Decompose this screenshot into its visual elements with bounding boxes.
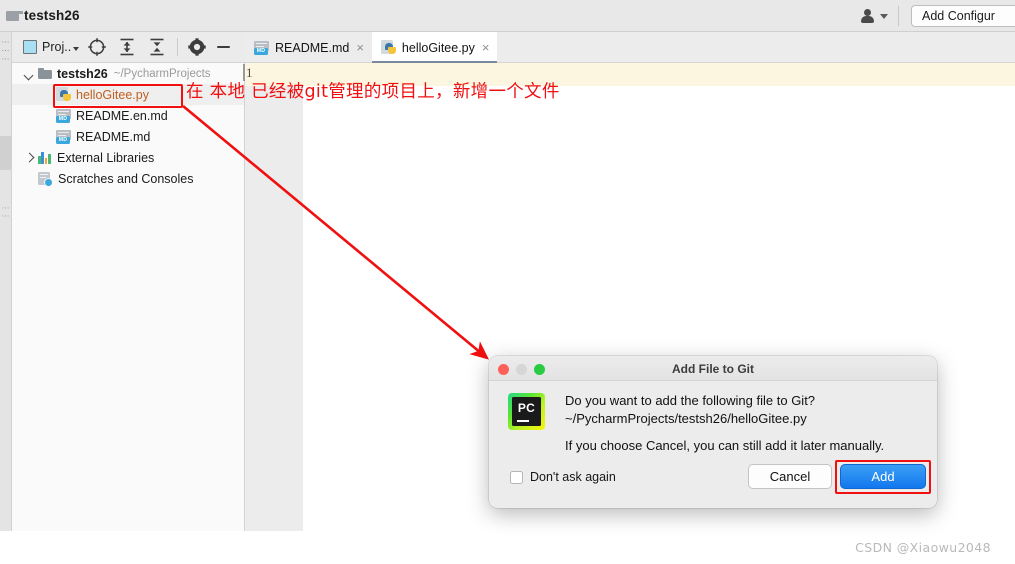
- cancel-button[interactable]: Cancel: [748, 464, 832, 489]
- tree-item-label: README.en.md: [76, 108, 168, 123]
- tree-row-scratches-and-consoles[interactable]: Scratches and Consoles: [12, 168, 244, 189]
- strip-active-block[interactable]: [0, 136, 12, 170]
- tree-item-label: External Libraries: [57, 150, 155, 165]
- editor-gutter: [245, 63, 303, 531]
- project-view-selector[interactable]: Proj..: [23, 40, 80, 54]
- project-tree-panel: testsh26 ~/PycharmProjects helloGitee.py…: [12, 63, 245, 531]
- tree-row-readme-md[interactable]: MD README.md: [12, 126, 244, 147]
- dialog-file-path: ~/PycharmProjects/testsh26/helloGitee.py: [565, 410, 807, 426]
- add-file-to-git-dialog: Add File to Git PC Do you want to add th…: [489, 356, 937, 508]
- page-title: testsh26: [24, 8, 80, 23]
- tree-item-label: helloGitee.py: [76, 87, 149, 102]
- library-icon: [38, 151, 52, 164]
- tree-row-external-libraries[interactable]: External Libraries: [12, 147, 244, 168]
- tab-hellogitee-py[interactable]: helloGitee.py ×: [371, 32, 498, 63]
- close-icon[interactable]: ×: [482, 41, 490, 54]
- scratches-icon: [38, 171, 53, 187]
- python-file-icon: [56, 87, 71, 102]
- folder-icon: [38, 68, 52, 79]
- tree-root-label: testsh26: [57, 66, 108, 81]
- hide-panel-icon[interactable]: [211, 35, 235, 59]
- left-tool-strip[interactable]: ⋮⋮⋮ ⋮⋮: [0, 32, 12, 531]
- watermark: CSDN @Xiaowu2048: [855, 540, 991, 555]
- divider: [898, 6, 899, 26]
- screenshot-root: testsh26 Add Configur ⋮⋮⋮ ⋮⋮ Proj.. MD R…: [0, 0, 1015, 564]
- editor-tabs-bar: MD README.md × helloGitee.py ×: [245, 32, 1015, 63]
- tree-item-label: README.md: [76, 129, 151, 144]
- add-label: Add: [871, 469, 895, 484]
- expand-all-icon[interactable]: [115, 35, 139, 59]
- add-configuration-button[interactable]: Add Configur: [911, 5, 1015, 27]
- tree-item-label: Scratches and Consoles: [58, 171, 194, 186]
- project-view-icon: [23, 40, 37, 54]
- dialog-question: Do you want to add the following file to…: [565, 393, 816, 408]
- dialog-title: Add File to Git: [672, 362, 754, 376]
- project-panel-toolbar: Proj..: [12, 32, 245, 63]
- checkbox-label: Don't ask again: [530, 470, 616, 484]
- cancel-label: Cancel: [769, 469, 811, 484]
- tab-readme-md[interactable]: MD README.md ×: [245, 32, 372, 63]
- python-file-icon: [380, 40, 396, 55]
- dialog-message: Do you want to add the following file to…: [565, 392, 925, 427]
- settings-gear-icon[interactable]: [185, 35, 209, 59]
- titlebar-right-group: Add Configur: [860, 0, 1015, 32]
- dialog-titlebar: Add File to Git: [489, 356, 937, 381]
- dialog-note: If you choose Cancel, you can still add …: [565, 438, 885, 453]
- strip-label-bottom: ⋮⋮: [1, 204, 10, 220]
- tree-row-readme-en-md[interactable]: MD README.en.md: [12, 105, 244, 126]
- markdown-file-icon: MD: [56, 108, 71, 123]
- tab-label: helloGitee.py: [401, 40, 475, 55]
- strip-label-top: ⋮⋮⋮: [1, 38, 10, 64]
- chevron-down-icon: [73, 46, 80, 51]
- locate-target-icon[interactable]: [85, 35, 109, 59]
- user-avatar-icon[interactable]: [860, 8, 878, 24]
- pycharm-app-icon: PC: [508, 393, 545, 430]
- annotation-text: 在 本地 已经被git管理的项目上，新增一个文件: [186, 82, 560, 102]
- chevron-down-icon[interactable]: [880, 13, 888, 19]
- pycharm-icon-text: PC: [517, 401, 536, 415]
- add-button[interactable]: Add: [840, 464, 926, 489]
- collapse-all-icon[interactable]: [145, 35, 169, 59]
- divider: [177, 38, 179, 56]
- checkbox-box[interactable]: [510, 470, 523, 484]
- markdown-file-icon: MD: [56, 129, 71, 144]
- markdown-file-icon: MD: [254, 40, 269, 55]
- tab-label: README.md: [275, 40, 350, 55]
- project-view-label: Proj..: [42, 40, 72, 54]
- chevron-down-icon[interactable]: [23, 68, 35, 80]
- add-configuration-label: Add Configur: [922, 9, 995, 23]
- window-titlebar: testsh26 Add Configur: [0, 0, 1015, 32]
- folder-icon: [6, 11, 23, 21]
- chevron-right-icon[interactable]: [23, 152, 35, 164]
- dont-ask-again-checkbox[interactable]: Don't ask again: [510, 470, 616, 484]
- close-icon[interactable]: ×: [356, 41, 364, 54]
